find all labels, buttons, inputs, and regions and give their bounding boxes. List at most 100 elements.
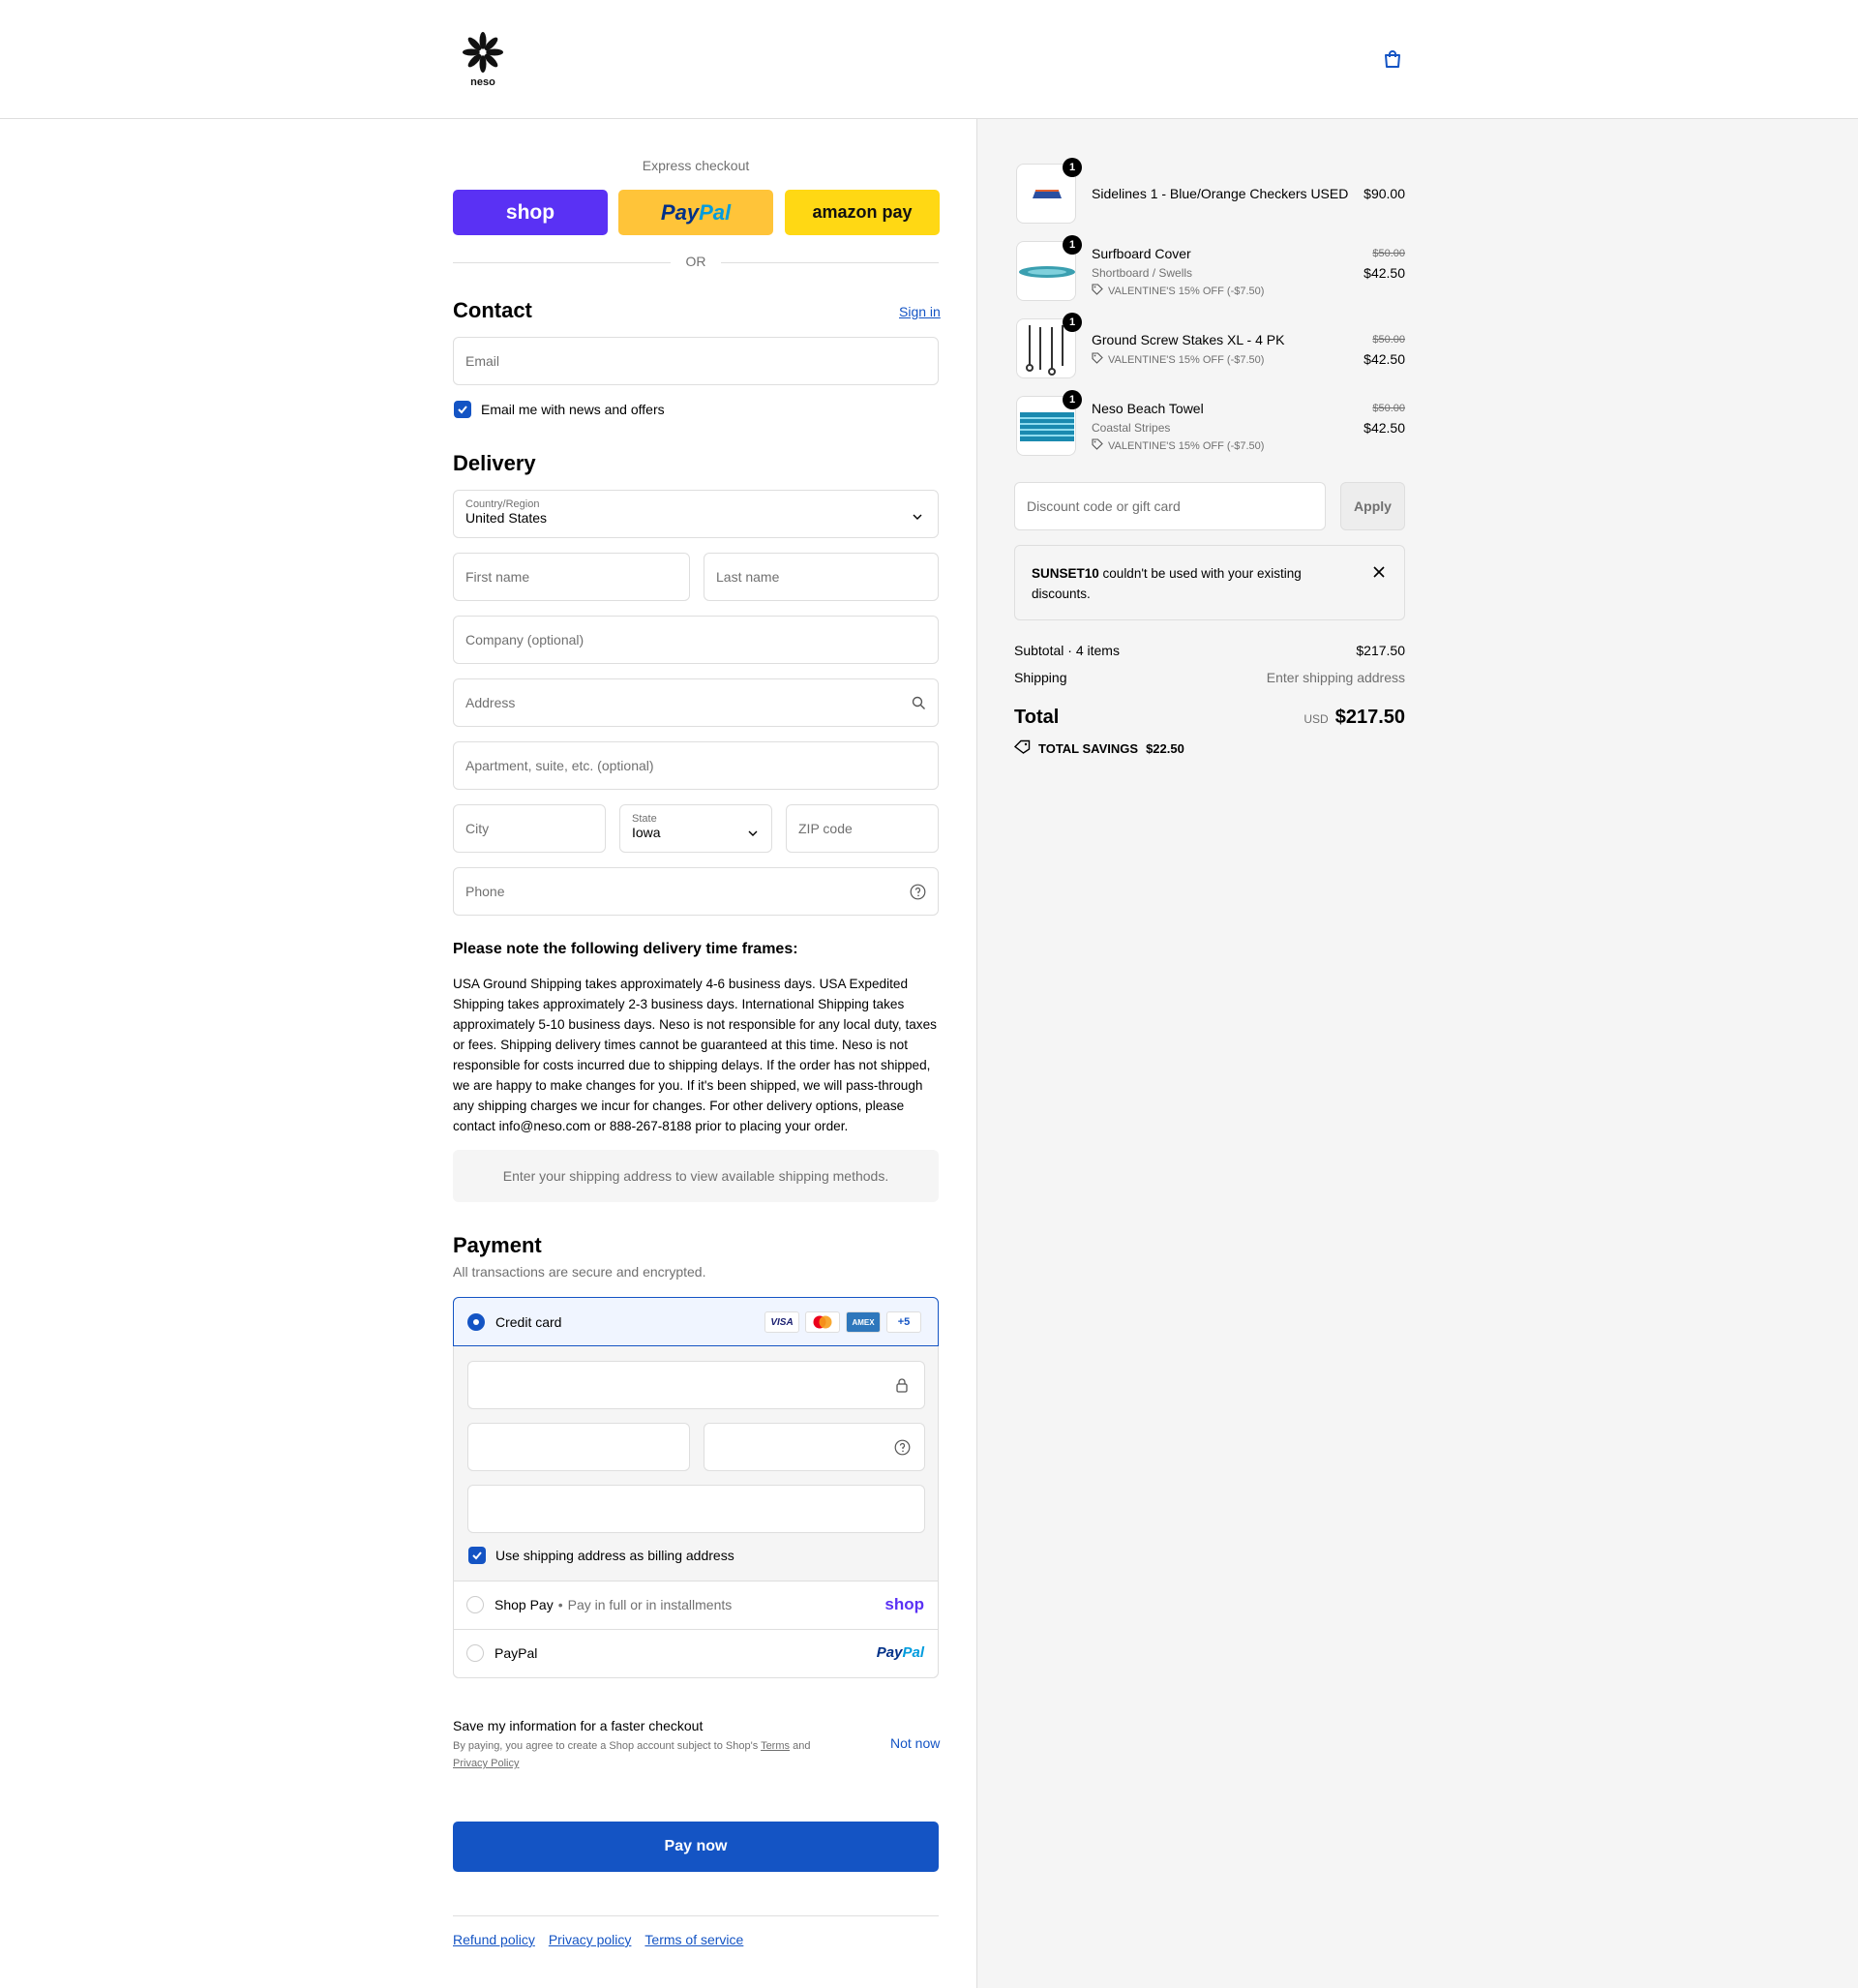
billing-checkbox[interactable]: [468, 1547, 486, 1564]
amex-icon: AMEX: [846, 1311, 881, 1333]
product-discount: VALENTINE'S 15% OFF (-$7.50): [1092, 352, 1264, 367]
privacy-policy-footer-link[interactable]: Privacy policy: [549, 1932, 632, 1947]
divider-left: [453, 262, 671, 263]
country-label: Country/Region: [465, 498, 540, 510]
shipping-label: Shipping: [1014, 670, 1067, 685]
billing-checkbox-label: Use shipping address as billing address: [495, 1548, 734, 1563]
paypal-express-button[interactable]: Pay Pal: [618, 190, 773, 235]
shop-logo: shop: [505, 200, 555, 224]
expiration-field[interactable]: [467, 1423, 690, 1471]
quantity-badge: 1: [1063, 313, 1082, 332]
or-divider-text: OR: [685, 254, 706, 269]
apartment-field[interactable]: Apartment, suite, etc. (optional): [453, 741, 939, 790]
email-field[interactable]: Email: [453, 337, 939, 385]
subtotal-value: $217.50: [1356, 643, 1405, 658]
chevron-down-icon: [748, 825, 758, 840]
last-name-field[interactable]: Last name: [704, 553, 939, 601]
terms-of-service-link[interactable]: Terms of service: [644, 1932, 743, 1947]
cart-bag-icon[interactable]: [1382, 48, 1403, 70]
address-placeholder: Address: [465, 695, 516, 710]
amazon-pay-express-button[interactable]: amazon pay: [785, 190, 940, 235]
save-info-terms: By paying, you agree to create a Shop ac…: [453, 1737, 840, 1772]
privacy-policy-link[interactable]: Privacy Policy: [453, 1758, 519, 1769]
product-price: $42.50: [1364, 351, 1405, 367]
apply-button[interactable]: Apply: [1340, 482, 1405, 530]
paypal-logo-pay: Pay: [876, 1644, 903, 1661]
card-number-field[interactable]: [467, 1361, 925, 1409]
name-on-card-field[interactable]: [467, 1485, 925, 1533]
news-checkbox[interactable]: [454, 401, 471, 418]
product-discount: VALENTINE'S 15% OFF (-$7.50): [1092, 438, 1264, 453]
neso-logo[interactable]: neso: [456, 31, 510, 91]
payment-heading: Payment: [453, 1233, 542, 1257]
total-amount: USD $217.50: [1304, 707, 1405, 729]
paypal-radio[interactable]: [466, 1644, 484, 1662]
state-value: Iowa: [632, 825, 661, 840]
shop-pay-logo: shop: [884, 1595, 924, 1613]
product-variant: Shortboard / Swells: [1092, 266, 1193, 280]
pay-now-button[interactable]: Pay now: [453, 1822, 939, 1872]
address-field[interactable]: Address: [453, 678, 939, 727]
security-code-field[interactable]: [704, 1423, 925, 1471]
shipping-value: Enter shipping address: [1266, 670, 1405, 685]
footer-divider: [453, 1915, 939, 1916]
country-select[interactable]: Country/Region United States: [453, 490, 939, 538]
shop-pay-express-button[interactable]: shop: [453, 190, 608, 235]
delivery-notice-body: USA Ground Shipping takes approximately …: [453, 977, 937, 1133]
close-icon[interactable]: [1373, 565, 1385, 583]
company-field[interactable]: Company (optional): [453, 616, 939, 664]
news-checkbox-label: Email me with news and offers: [481, 402, 665, 417]
sign-in-link[interactable]: Sign in: [899, 304, 941, 319]
save-info-title: Save my information for a faster checkou…: [453, 1718, 704, 1733]
paypal-logo-pay: Pay: [660, 199, 700, 225]
shop-pay-note: Pay in full or in installments: [567, 1597, 733, 1612]
shop-pay-separator: •: [557, 1597, 563, 1612]
refund-policy-link[interactable]: Refund policy: [453, 1932, 535, 1947]
state-select[interactable]: State Iowa: [619, 804, 772, 853]
first-name-field[interactable]: First name: [453, 553, 690, 601]
shop-pay-option[interactable]: Shop Pay • Pay in full or in installment…: [454, 1581, 938, 1629]
delivery-notice-heading: Please note the following delivery time …: [453, 941, 798, 957]
original-price: $50.00: [1372, 403, 1405, 414]
error-code: SUNSET10: [1032, 566, 1099, 581]
delivery-heading: Delivery: [453, 451, 536, 475]
currency-code: USD: [1304, 712, 1329, 726]
quantity-badge: 1: [1063, 390, 1082, 409]
contact-heading: Contact: [453, 298, 532, 322]
savings-value: $22.50: [1146, 740, 1184, 756]
shop-pay-radio[interactable]: [466, 1596, 484, 1613]
help-icon[interactable]: [894, 1439, 911, 1459]
discount-error-banner: SUNSET10 couldn't be used with your exis…: [1014, 545, 1405, 620]
product-variant: Coastal Stripes: [1092, 421, 1171, 435]
discount-code-field[interactable]: Discount code or gift card: [1014, 482, 1326, 530]
search-icon: [912, 696, 926, 713]
zip-field[interactable]: ZIP code: [786, 804, 939, 853]
paypal-option[interactable]: PayPal PayPal: [454, 1629, 938, 1677]
express-checkout-heading: Express checkout: [642, 158, 750, 173]
mastercard-icon: [805, 1311, 840, 1333]
savings-label: TOTAL SAVINGS: [1038, 740, 1139, 756]
news-checkbox-row[interactable]: Email me with news and offers: [454, 401, 665, 418]
phone-field[interactable]: Phone: [453, 867, 939, 916]
help-icon[interactable]: [910, 884, 926, 903]
product-name: Ground Screw Stakes XL - 4 PK: [1092, 332, 1285, 347]
terms-link[interactable]: Terms: [761, 1740, 790, 1752]
site-header: neso: [0, 0, 1858, 119]
billing-checkbox-row[interactable]: Use shipping address as billing address: [468, 1547, 734, 1564]
chevron-down-icon: [913, 508, 922, 524]
credit-card-radio[interactable]: [467, 1313, 485, 1331]
city-field[interactable]: City: [453, 804, 606, 853]
payment-subheading: All transactions are secure and encrypte…: [453, 1264, 706, 1280]
logo-text: neso: [470, 76, 495, 88]
country-value: United States: [465, 510, 548, 526]
not-now-link[interactable]: Not now: [890, 1735, 940, 1751]
more-cards-badge: +5: [886, 1311, 921, 1333]
shipping-methods-placeholder: Enter your shipping address to view avai…: [453, 1150, 939, 1202]
terms-and: and: [793, 1740, 811, 1752]
paypal-logo-pal: Pal: [699, 199, 732, 225]
subtotal-label: Subtotal · 4 items: [1014, 643, 1120, 658]
product-price: $90.00: [1364, 186, 1405, 201]
tag-icon: [1092, 438, 1103, 453]
paypal-label: PayPal: [494, 1645, 538, 1661]
product-name: Sidelines 1 - Blue/Orange Checkers USED: [1092, 186, 1349, 201]
